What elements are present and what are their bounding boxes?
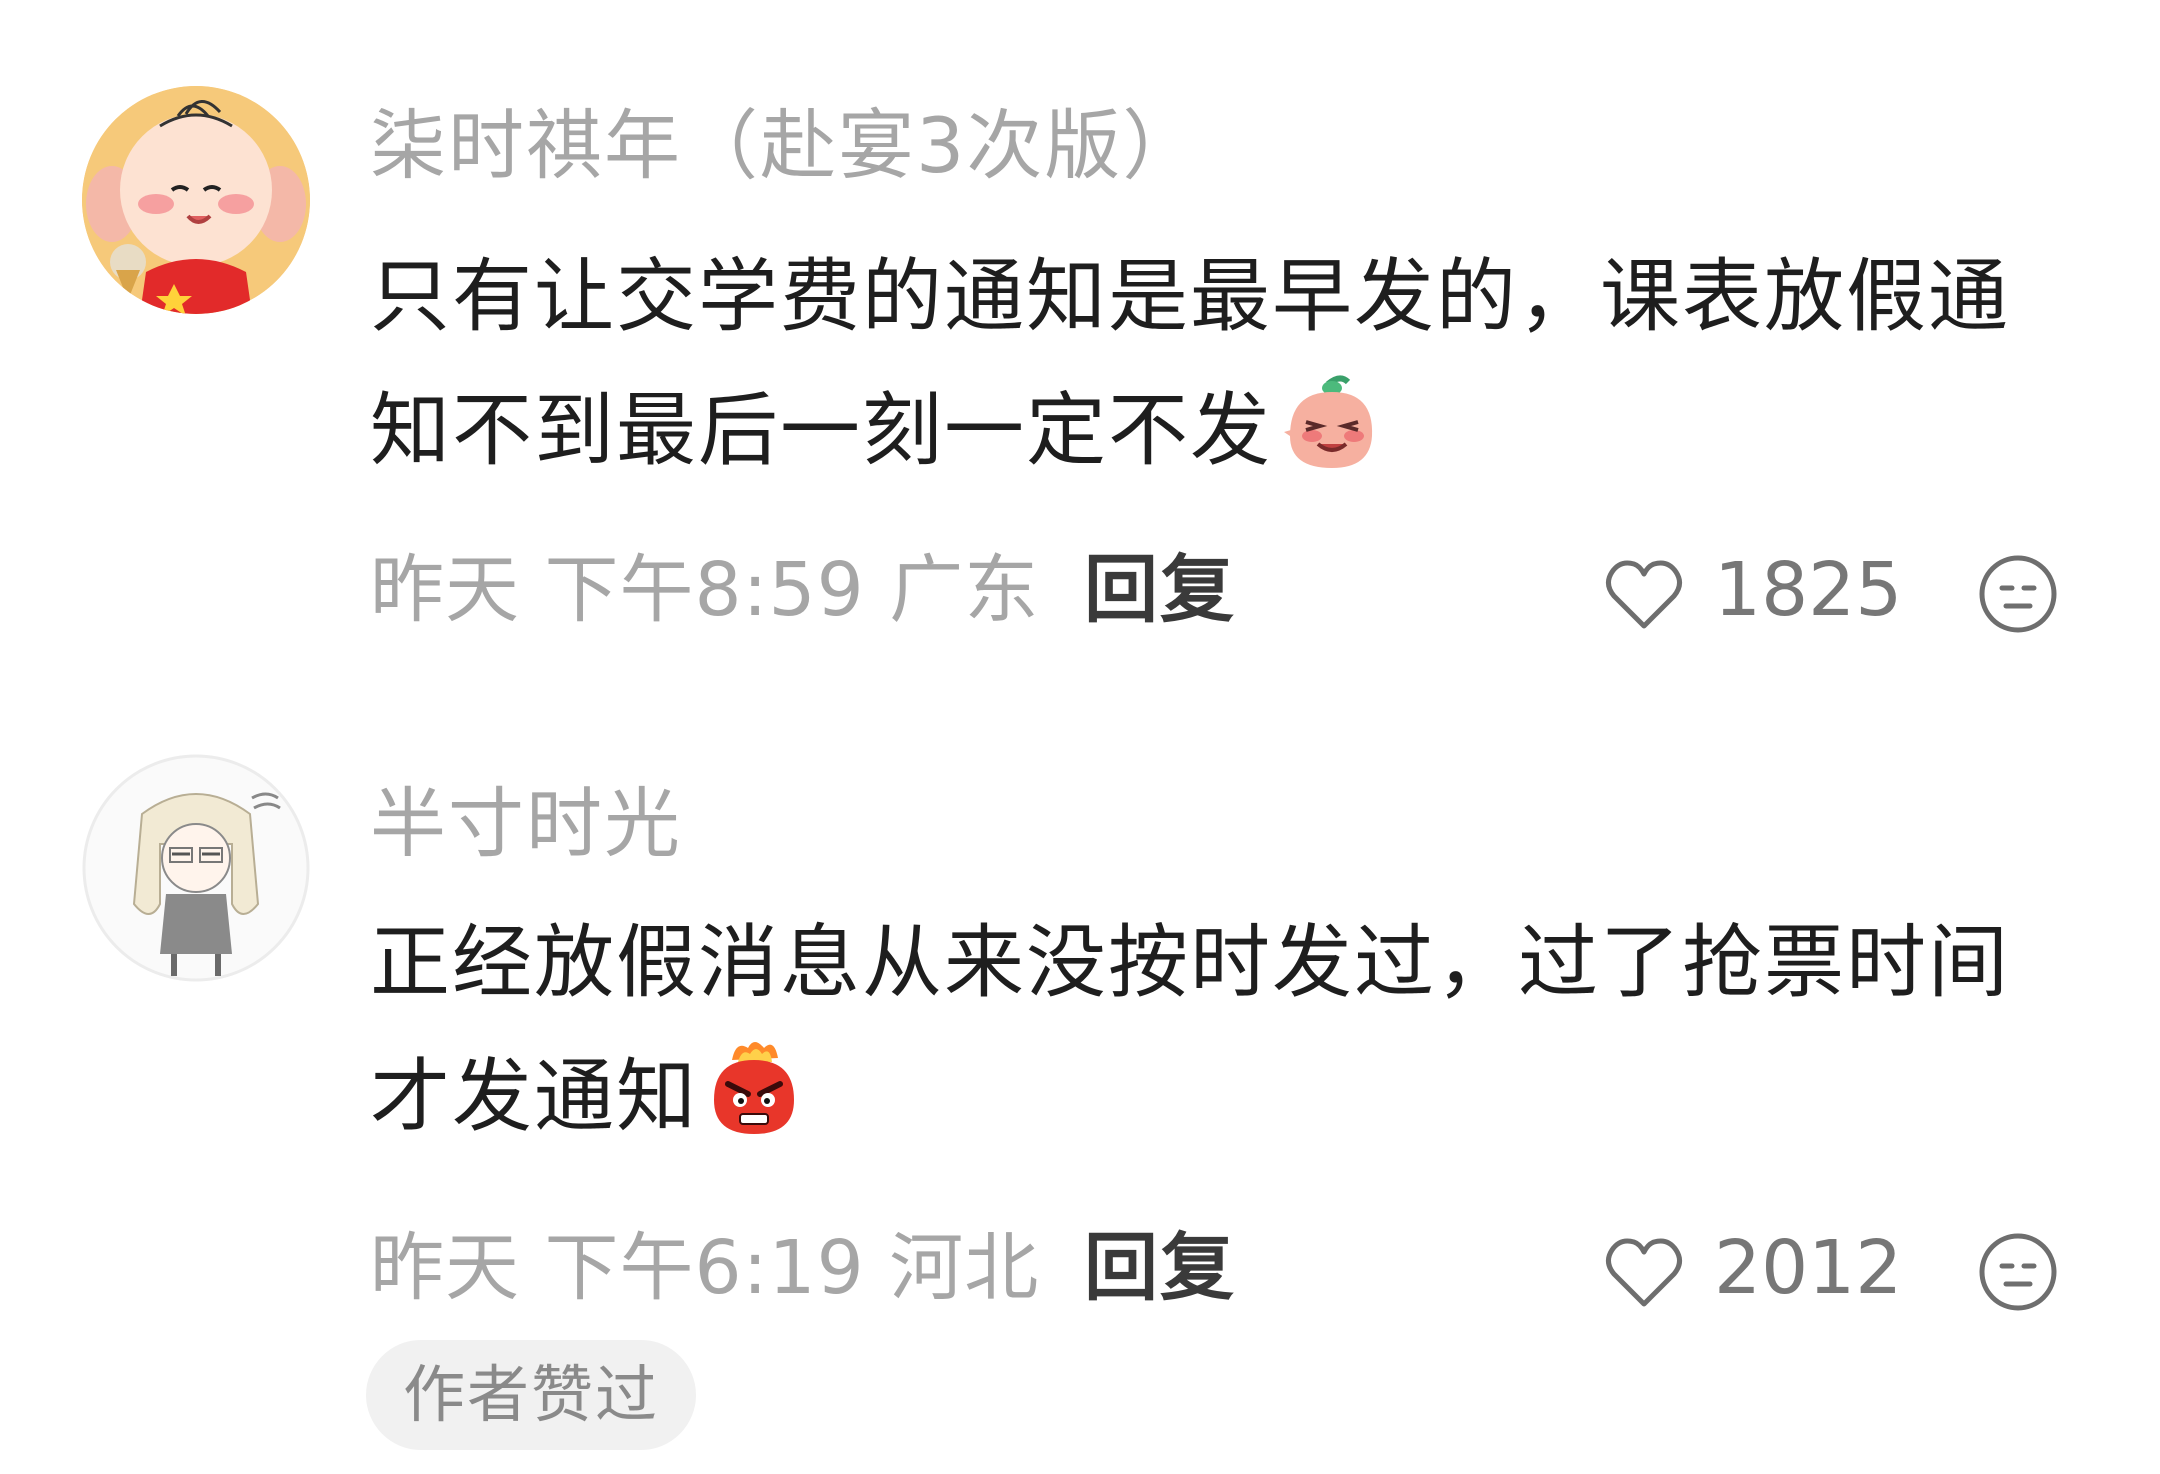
comment-meta: 昨天 下午6:19 河北 回复 2012 <box>370 1218 2090 1318</box>
like-count: 1825 <box>1714 547 1903 633</box>
comment-meta: 昨天 下午8:59 广东 回复 1825 <box>370 540 2090 640</box>
like-count: 2012 <box>1714 1225 1903 1311</box>
heart-outline-icon <box>1602 1230 1686 1314</box>
heart-outline-icon <box>1602 552 1686 636</box>
username[interactable]: 柒时祺年（赴宴3次版） <box>370 96 1200 196</box>
comment-time-location: 昨天 下午8:59 广东 <box>370 547 1040 633</box>
dislike-button[interactable] <box>1976 1230 2060 1314</box>
author-liked-badge: 作者赞过 <box>366 1340 696 1450</box>
meh-face-icon <box>1976 552 2060 636</box>
comment-text: 正经放假消息从来没按时发过，过了抢票时间才发通知 <box>370 896 2070 1164</box>
angry-face-emoji-icon <box>702 1036 806 1140</box>
blushing-face-emoji-icon <box>1276 370 1380 474</box>
comment-item: 半寸时光 正经放假消息从来没按时发过，过了抢票时间才发通知 昨天 下午6:19 … <box>0 700 2160 1474</box>
reply-button[interactable]: 回复 <box>1084 540 1236 640</box>
comment-time-location: 昨天 下午6:19 河北 <box>370 1225 1040 1311</box>
username[interactable]: 半寸时光 <box>370 774 682 874</box>
meh-face-icon <box>1976 1230 2060 1314</box>
avatar[interactable] <box>82 86 310 314</box>
reply-button[interactable]: 回复 <box>1084 1218 1236 1318</box>
avatar[interactable] <box>82 754 310 982</box>
dislike-button[interactable] <box>1976 552 2060 636</box>
comment-text-content: 正经放假消息从来没按时发过，过了抢票时间才发通知 <box>370 916 2010 1143</box>
comment-text-content: 只有让交学费的通知是最早发的，课表放假通知不到最后一刻一定不发 <box>370 250 2010 477</box>
comment-item: 柒时祺年（赴宴3次版） 只有让交学费的通知是最早发的，课表放假通知不到最后一刻一… <box>0 0 2160 700</box>
comment-text: 只有让交学费的通知是最早发的，课表放假通知不到最后一刻一定不发 <box>370 230 2070 498</box>
